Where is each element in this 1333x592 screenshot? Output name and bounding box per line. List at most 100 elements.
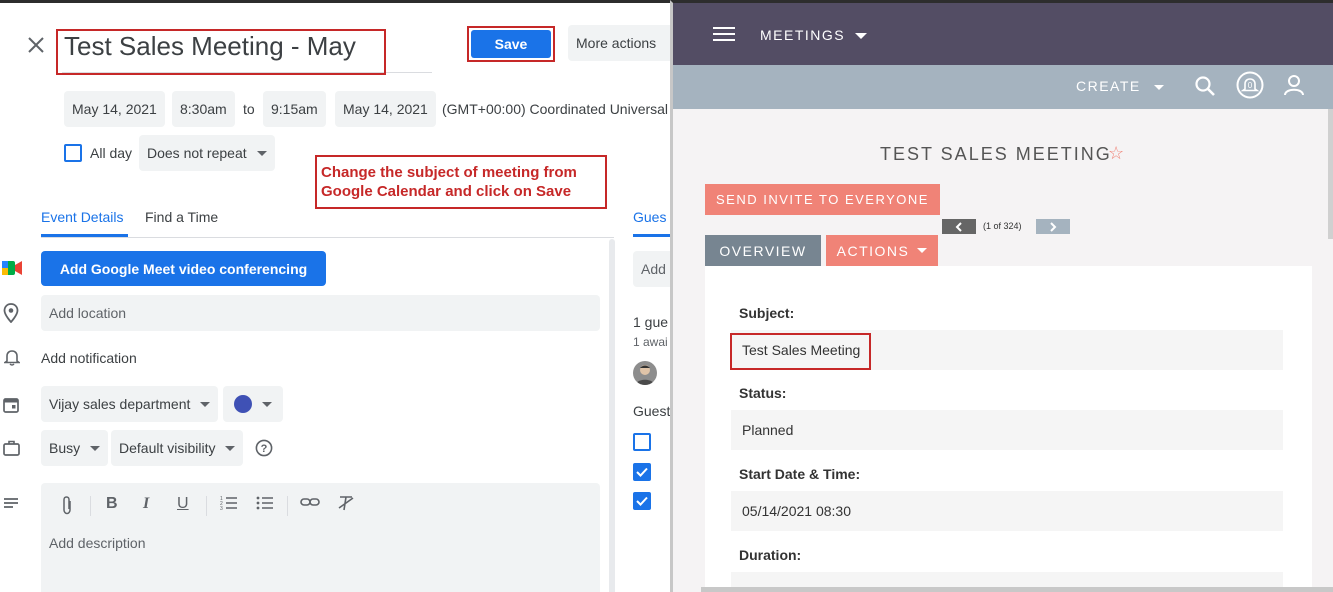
- location-placeholder: Add location: [49, 305, 127, 321]
- numbered-list-icon[interactable]: 123: [220, 495, 238, 516]
- tab-event-details-label: Event Details: [41, 209, 124, 225]
- module-menu[interactable]: MEETINGS: [760, 27, 867, 43]
- tab-actions-label: ACTIONS: [836, 242, 910, 259]
- end-time-text: 9:15am: [271, 101, 318, 117]
- busy-select[interactable]: Busy: [41, 430, 109, 466]
- chevron-down-icon: [262, 401, 272, 407]
- more-actions-button[interactable]: More actions: [568, 25, 670, 61]
- toolbar-separator: [90, 496, 91, 516]
- add-notification-link[interactable]: Add notification: [41, 350, 137, 366]
- guest-count: 1 gue: [633, 314, 669, 330]
- subject-label: Subject:: [739, 305, 795, 321]
- annotation-text: Change the subject of meeting from Googl…: [321, 164, 577, 200]
- permission-checkbox-modify[interactable]: [633, 433, 651, 451]
- permission-checkbox-invite[interactable]: [633, 463, 651, 481]
- start-date-chip[interactable]: May 14, 2021: [64, 91, 165, 127]
- crm-navbar: MEETINGS: [673, 3, 1333, 65]
- link-icon[interactable]: [300, 495, 320, 514]
- repeat-dropdown[interactable]: Does not repeat: [139, 135, 275, 171]
- module-label: MEETINGS: [760, 27, 846, 43]
- favorite-star-icon[interactable]: ☆: [1108, 143, 1124, 164]
- pagination-label: (1 of 324): [983, 221, 1022, 231]
- all-day-label: All day: [90, 145, 133, 161]
- search-icon[interactable]: [1194, 75, 1216, 102]
- italic-icon[interactable]: I: [143, 495, 149, 513]
- add-meet-label: Add Google Meet video conferencing: [59, 260, 308, 277]
- help-icon[interactable]: ?: [255, 439, 273, 462]
- attachment-icon[interactable]: [60, 495, 74, 520]
- guest-avatar: [633, 361, 657, 385]
- busy-label: Busy: [49, 440, 81, 456]
- color-dot-icon: [234, 395, 252, 413]
- subject-highlight-box: [730, 333, 871, 370]
- tabs-divider: [41, 237, 614, 238]
- tab-actions[interactable]: ACTIONS: [826, 235, 938, 266]
- repeat-label: Does not repeat: [147, 145, 247, 161]
- bell-icon: [2, 348, 22, 371]
- google-meet-icon: [2, 259, 22, 277]
- horizontal-scrollbar[interactable]: [701, 587, 1333, 592]
- timezone-text[interactable]: (GMT+00:00) Coordinated Universal: [442, 101, 668, 117]
- to-label: to: [243, 101, 255, 117]
- next-record-button[interactable]: [1036, 219, 1070, 234]
- briefcase-icon: [3, 440, 20, 461]
- status-value[interactable]: Planned: [731, 410, 1283, 450]
- event-color-select[interactable]: [223, 386, 283, 422]
- tab-overview[interactable]: OVERVIEW: [705, 235, 821, 266]
- chevron-down-icon: [90, 445, 101, 451]
- start-date-value-text: 05/14/2021 08:30: [742, 503, 851, 519]
- save-highlight-box: [467, 26, 555, 62]
- guests-tab-underline: [633, 234, 670, 237]
- calendar-select[interactable]: Vijay sales department: [41, 386, 219, 422]
- svg-text:0: 0: [1248, 81, 1253, 90]
- tab-guests[interactable]: Gues: [633, 209, 666, 225]
- toolbar-separator: [287, 496, 288, 516]
- chevron-down-icon: [225, 445, 236, 451]
- hamburger-menu-icon[interactable]: [713, 26, 735, 42]
- more-actions-label: More actions: [576, 35, 657, 51]
- title-highlight-box: [56, 29, 386, 75]
- start-date-value[interactable]: 05/14/2021 08:30: [731, 491, 1283, 531]
- bulleted-list-icon[interactable]: [256, 495, 274, 516]
- vertical-scrollbar[interactable]: [1328, 109, 1333, 239]
- all-day-checkbox[interactable]: [64, 144, 82, 162]
- start-date-label: Start Date & Time:: [739, 466, 861, 482]
- send-invite-button[interactable]: SEND INVITE TO EVERYONE: [705, 184, 940, 215]
- tab-guests-label: Gues: [633, 209, 667, 225]
- crm-panel: MEETINGS CREATE 0 TEST SALES MEETING ☆ S…: [670, 0, 1333, 592]
- clear-formatting-icon[interactable]: [337, 495, 355, 516]
- calendar-icon: [3, 396, 19, 418]
- start-time-chip[interactable]: 8:30am: [172, 91, 235, 127]
- details-scrollbar[interactable]: [609, 239, 615, 592]
- visibility-label: Default visibility: [119, 440, 216, 456]
- location-pin-icon: [3, 303, 19, 328]
- svg-text:?: ?: [261, 443, 268, 455]
- underline-icon[interactable]: U: [177, 495, 189, 513]
- tab-find-a-time[interactable]: Find a Time: [145, 209, 218, 225]
- chevron-down-icon: [854, 33, 867, 40]
- chevron-down-icon: [256, 150, 267, 156]
- user-profile-icon[interactable]: [1283, 74, 1305, 101]
- description-placeholder: Add description: [49, 535, 146, 551]
- create-menu[interactable]: CREATE: [1076, 78, 1165, 94]
- add-guests-placeholder: Add: [641, 261, 666, 277]
- notification-bell-icon[interactable]: 0: [1235, 70, 1265, 105]
- add-guests-input[interactable]: Add: [633, 251, 670, 287]
- guest-awaiting: 1 awai: [633, 335, 668, 349]
- bold-icon[interactable]: B: [106, 495, 118, 513]
- google-calendar-panel: Test Sales Meeting - May Save More actio…: [0, 0, 670, 592]
- add-meet-button[interactable]: Add Google Meet video conferencing: [41, 251, 326, 286]
- permission-checkbox-see-list[interactable]: [633, 492, 651, 510]
- end-time-chip[interactable]: 9:15am: [263, 91, 326, 127]
- annotation-box: Change the subject of meeting from Googl…: [315, 155, 607, 209]
- create-label: CREATE: [1076, 78, 1141, 94]
- end-date-chip[interactable]: May 14, 2021: [335, 91, 436, 127]
- start-date-text: May 14, 2021: [72, 101, 157, 117]
- location-input[interactable]: Add location: [41, 295, 600, 331]
- start-time-text: 8:30am: [180, 101, 227, 117]
- previous-record-button[interactable]: [942, 219, 976, 234]
- tab-event-details[interactable]: Event Details: [41, 209, 123, 225]
- close-icon[interactable]: [26, 35, 46, 55]
- tab-find-a-time-label: Find a Time: [145, 209, 219, 225]
- visibility-select[interactable]: Default visibility: [111, 430, 244, 466]
